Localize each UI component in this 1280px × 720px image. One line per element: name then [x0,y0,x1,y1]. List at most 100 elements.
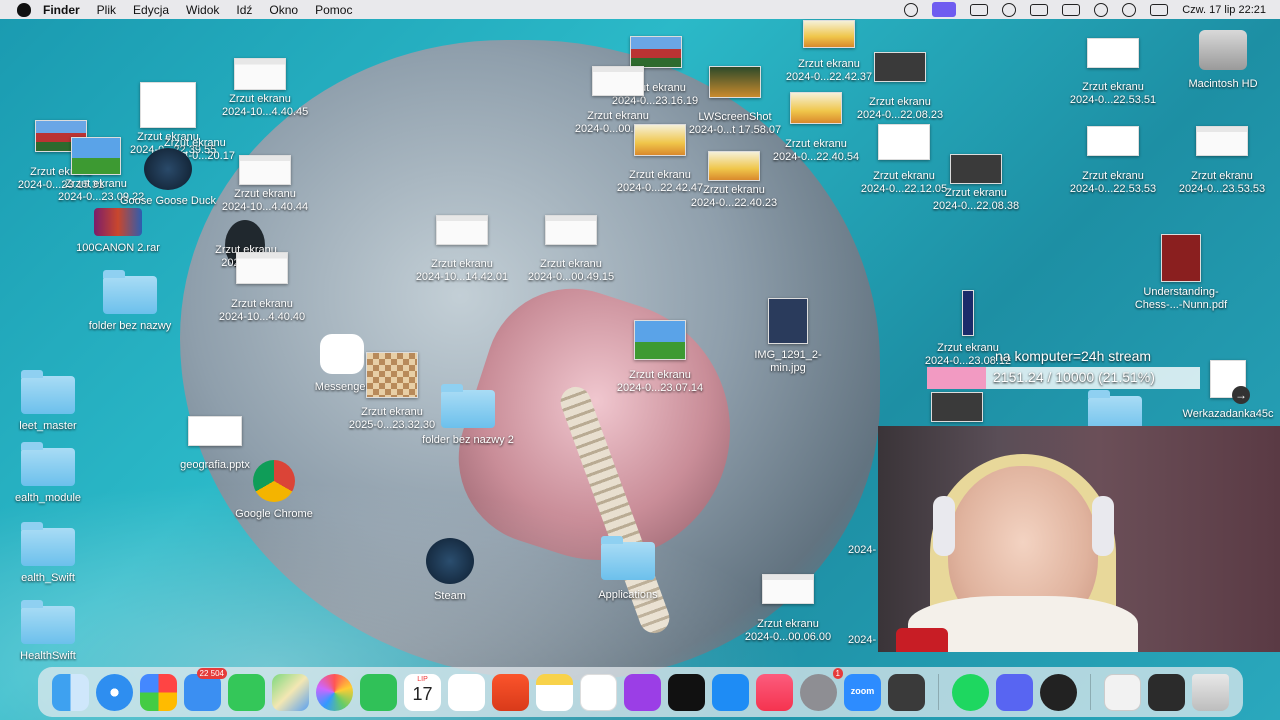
desktop-file-screenshot[interactable]: Zrzut ekranu 2024-10...4.40.44 [215,155,315,214]
brave-icon[interactable] [492,673,529,711]
desktop-folder[interactable]: ealth_module [8,442,88,505]
desktop-file-screenshot[interactable]: Zrzut ekranu 2024-0...22.08.38 [926,154,1026,213]
dock: 22 504 LIP 17 1 zoom [38,667,1243,717]
messages-icon[interactable] [228,673,265,711]
progress-text: 2151.24 / 10000 (21.51%) [993,369,1155,385]
safari-icon[interactable] [96,673,133,711]
desktop-file-screenshot[interactable]: Zrzut ekranu 2024-0...23.53.53 [1172,126,1272,196]
menu-app-name[interactable]: Finder [43,3,80,17]
arrow-right-icon[interactable]: → [1232,386,1250,404]
headphones-icon[interactable] [1002,2,1017,17]
file-thumbnail [768,298,808,344]
wifi-icon[interactable] [1094,2,1109,17]
menu-help[interactable]: Pomoc [315,3,352,17]
menu-view[interactable]: Widok [186,3,219,17]
desktop-file-screenshot[interactable]: Zrzut ekranu 2024-10...14.42.01 [412,215,512,284]
file-thumbnail [239,155,291,185]
maps-icon[interactable] [272,673,309,711]
screen-record-icon[interactable] [932,2,957,17]
file-thumbnail [545,215,597,245]
steam-icon [426,538,474,584]
keyboard-icon[interactable] [1062,3,1081,16]
file-thumbnail [236,252,288,284]
webcam-feed [878,426,1280,652]
menu-file[interactable]: Plik [97,3,116,17]
file-thumbnail [1161,234,1201,282]
zoom-icon[interactable]: zoom [844,673,881,711]
control-center-icon[interactable] [1150,3,1169,16]
desktop-app-goose-goose-duck[interactable]: Goose Goose Duck [110,148,226,208]
desktop-file-partial[interactable]: 2024- [848,544,878,557]
screen-share-icon[interactable] [904,2,919,17]
desktop-disk-macintosh-hd[interactable]: Macintosh HD [1178,30,1268,91]
desktop-file-screenshot[interactable]: Zrzut ekranu 2024-10...4.40.40 [210,252,314,324]
menu-go[interactable]: Idź [236,3,252,17]
apple-tv-icon[interactable] [668,673,705,711]
reminders-icon[interactable] [448,673,485,711]
desktop-file-screenshot[interactable]: Zrzut ekranu 2024-0...00.06.00 [738,574,838,644]
file-date: 2024-10...14.42.01 [415,271,509,283]
music-icon[interactable] [756,673,793,711]
desktop-file-pdf[interactable]: Understanding- Chess-...-Nunn.pdf [1126,234,1236,312]
finder-icon[interactable] [52,673,89,711]
system-settings-icon[interactable]: 1 [800,667,843,711]
spotlight-search-icon[interactable] [1122,2,1137,17]
obs-icon[interactable] [1040,673,1077,711]
desktop-file-screenshot[interactable]: Zrzut ekranu 2024-10...4.40.45 [222,58,308,119]
document-icon[interactable] [1104,673,1141,711]
discord-icon[interactable] [996,673,1033,711]
desktop-file-screenshot[interactable]: Zrzut ekranu 2024-0...00.49.15 [520,215,622,284]
file-thumbnail [931,392,983,422]
notes-icon[interactable] [536,673,573,711]
desktop-folder[interactable]: HealthSwift [8,600,88,663]
launchpad-icon[interactable] [140,673,177,711]
zoom-label: zoom [850,685,875,696]
desktop-file-rar[interactable]: 100CANON 2.rar [68,200,168,255]
desktop-app-google-chrome[interactable]: Google Chrome [230,460,318,521]
menu-edit[interactable]: Edycja [133,3,169,17]
battery-icon[interactable] [1030,3,1049,16]
facetime-icon[interactable] [360,673,397,711]
calendar-icon[interactable]: LIP 17 [404,673,441,711]
photos-icon[interactable] [316,673,353,711]
spotify-icon[interactable] [952,673,989,711]
desktop-folder[interactable]: ealth_Swift [8,522,88,585]
desktop-file-screenshot[interactable]: Zrzut ekranu 2024-0...23.07.14 [610,320,710,395]
camera-icon[interactable] [970,3,989,16]
folder-name: folder bez nazwy [88,320,172,332]
calendar-day: 17 [412,683,433,704]
desktop-app-steam[interactable]: Steam [420,538,480,603]
file-thumbnail [188,416,242,446]
menu-window[interactable]: Okno [269,3,298,17]
desktop-folder[interactable]: leet_master [8,370,88,433]
trash-icon[interactable] [1192,673,1229,711]
freeform-icon[interactable] [580,673,617,711]
desktop-folder[interactable]: folder bez nazwy 2 [416,384,520,447]
file-name: Zrzut ekranu [703,184,765,196]
podcasts-icon[interactable] [624,673,661,711]
app-store-icon[interactable] [712,673,749,711]
file-thumbnail [1087,126,1139,156]
apple-menu-icon[interactable] [17,2,31,17]
desktop-file-screenshot[interactable]: Zrzut ekranu 2024-0...22.53.51 [1064,38,1162,107]
file-thumbnail [762,574,814,604]
terminal-icon[interactable] [1148,673,1185,711]
desktop-folder-applications[interactable]: Applications [588,536,668,602]
desktop-folder[interactable]: folder bez nazwy [80,270,180,333]
file-date: 2024-0...22.08.23 [856,109,944,121]
file-date: 2024-0...00.06.00 [744,631,832,643]
file-name: 100CANON 2.rar [76,242,160,254]
desktop-file-screenshot[interactable] [930,392,984,425]
desktop-file-partial[interactable]: 2024- [848,634,878,647]
dock-separator [1090,674,1091,710]
desktop-file-screenshot[interactable]: Zrzut ekranu 2024-0...22.08.23 [850,52,950,122]
desktop-file-screenshot[interactable]: Zrzut ekranu 2024-0...22.53.53 [1064,126,1162,196]
file-name: Zrzut ekranu [785,138,847,150]
chess-icon[interactable] [888,673,925,711]
mail-icon[interactable]: 22 504 [184,667,227,711]
folder-icon [21,370,75,414]
desktop-file-image[interactable]: IMG_1291_2- min.jpg [748,298,828,375]
menu-bar: Finder Plik Edycja Widok Idź Okno Pomoc … [0,0,1280,19]
app-name: Google Chrome [235,508,313,520]
menu-clock[interactable]: Czw. 17 lip 22:21 [1182,4,1266,16]
